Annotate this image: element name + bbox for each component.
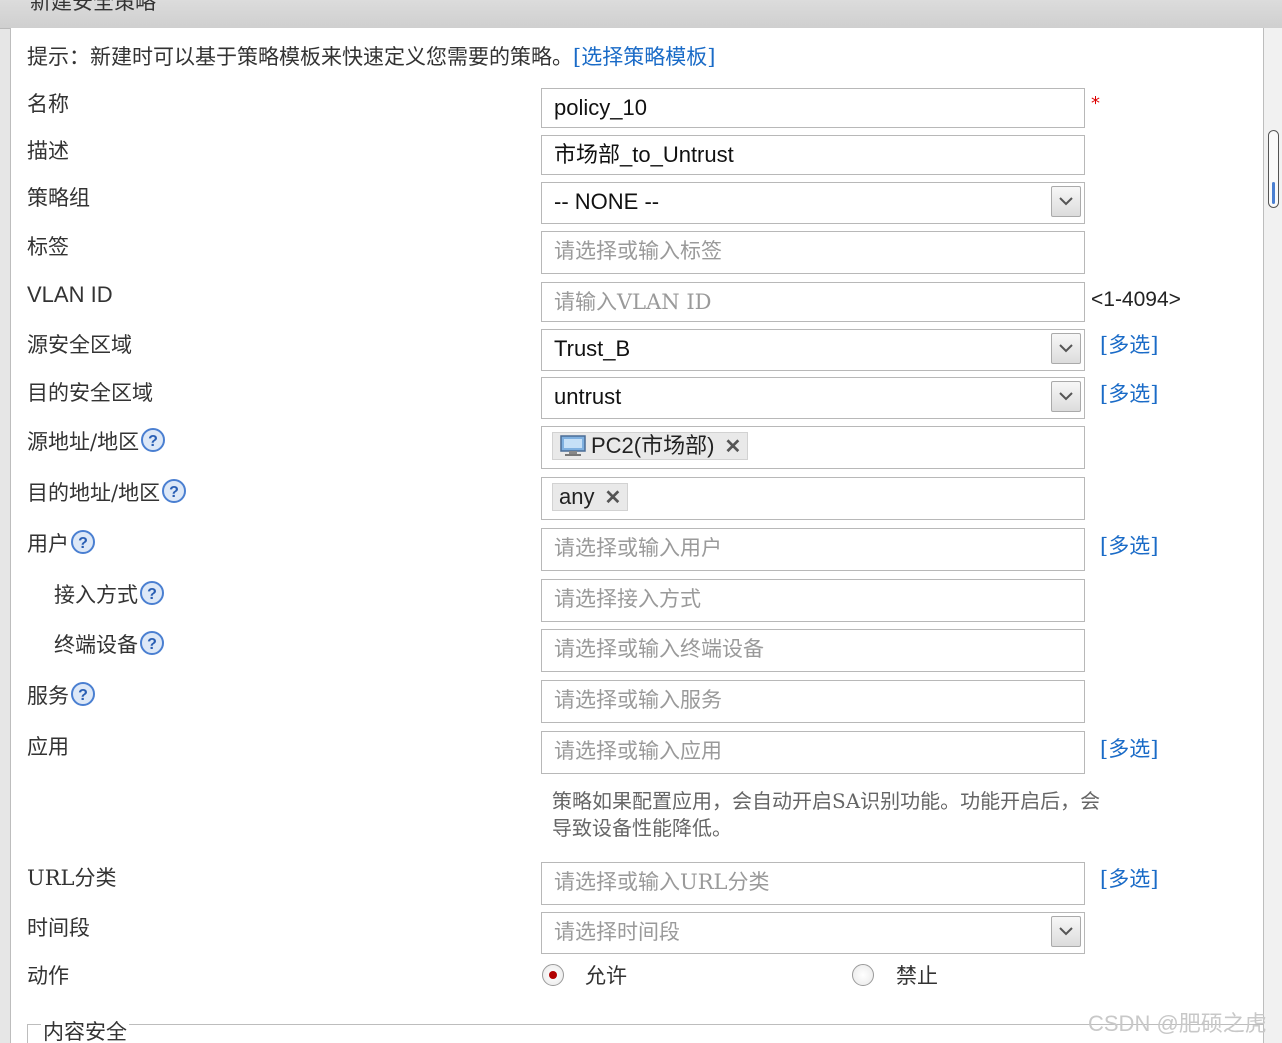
- watermark: CSDN @肥硕之虎: [1088, 1011, 1267, 1036]
- service-label-text: 服务: [27, 684, 69, 708]
- remove-tag-icon[interactable]: ✕: [604, 487, 621, 509]
- scrollbar-thumb[interactable]: [1268, 130, 1279, 208]
- time-range-label: 时间段: [27, 916, 90, 940]
- policy-group-select[interactable]: -- NONE --: [541, 182, 1085, 224]
- dest-address-input[interactable]: any ✕: [541, 477, 1085, 520]
- dest-zone-label: 目的安全区域: [27, 381, 153, 405]
- help-icon[interactable]: ?: [139, 630, 165, 656]
- vlan-id-input[interactable]: 请输入VLAN ID: [541, 282, 1085, 322]
- application-label: 应用: [27, 735, 69, 759]
- time-range-dropdown-button[interactable]: [1051, 916, 1081, 947]
- chevron-down-icon: [1059, 927, 1073, 936]
- help-icon[interactable]: ?: [70, 529, 96, 555]
- time-range-placeholder: 请选择时间段: [554, 920, 680, 944]
- select-template-link[interactable]: [选择策略模板]: [573, 45, 715, 69]
- user-label-text: 用户: [27, 532, 69, 556]
- terminal-device-input[interactable]: 请选择或输入终端设备: [541, 629, 1085, 672]
- content-security-border: [27, 1024, 1263, 1025]
- terminal-device-label: 终端设备?: [54, 629, 165, 659]
- policy-group-value: -- NONE --: [554, 189, 660, 214]
- action-label: 动作: [27, 964, 69, 988]
- svg-text:?: ?: [78, 687, 88, 704]
- svg-text:?: ?: [147, 636, 157, 653]
- action-permit-radio[interactable]: [542, 964, 564, 986]
- source-address-label-text: 源地址/地区: [27, 430, 140, 454]
- time-range-select[interactable]: 请选择时间段: [541, 912, 1085, 954]
- vlan-id-range: <1-4094>: [1091, 288, 1181, 311]
- source-address-tag: PC2(市场部) ✕: [552, 432, 749, 460]
- action-deny-radio[interactable]: [852, 964, 874, 986]
- dest-zone-select[interactable]: untrust: [541, 377, 1085, 419]
- dialog-title-bar: 新建安全策略: [0, 0, 1282, 29]
- source-zone-select[interactable]: Trust_B: [541, 329, 1085, 371]
- dest-address-label-text: 目的地址/地区: [27, 481, 161, 505]
- required-marker: *: [1091, 93, 1100, 114]
- help-icon[interactable]: ?: [140, 427, 166, 453]
- policy-group-dropdown-button[interactable]: [1051, 186, 1081, 217]
- source-zone-multi-select-link[interactable]: [多选]: [1100, 329, 1158, 359]
- dest-zone-value: untrust: [554, 384, 622, 409]
- computer-icon: [560, 435, 586, 456]
- policy-form-panel: 提示：新建时可以基于策略模板来快速定义您需要的策略。[选择策略模板] 名称 po…: [10, 28, 1264, 1043]
- description-input[interactable]: 市场部_to_Untrust: [541, 135, 1085, 175]
- content-security-legend[interactable]: 内容安全: [41, 1016, 129, 1043]
- policy-group-label: 策略组: [27, 186, 90, 210]
- url-category-input[interactable]: 请选择或输入URL分类: [541, 862, 1085, 905]
- url-category-multi-select-link[interactable]: [多选]: [1100, 863, 1158, 893]
- source-address-input[interactable]: PC2(市场部) ✕: [541, 426, 1085, 469]
- content-security-border-left: [27, 1024, 28, 1043]
- application-multi-select-link[interactable]: [多选]: [1100, 733, 1158, 763]
- name-label: 名称: [27, 92, 69, 116]
- description-value: 市场部_to_Untrust: [554, 142, 734, 167]
- user-label: 用户?: [27, 528, 96, 558]
- application-input[interactable]: 请选择或输入应用: [541, 731, 1085, 774]
- access-mode-label: 接入方式?: [54, 579, 165, 609]
- dest-zone-dropdown-button[interactable]: [1051, 381, 1081, 412]
- svg-text:?: ?: [148, 433, 158, 450]
- dest-address-tag-label: any: [559, 484, 595, 509]
- chevron-down-icon: [1059, 392, 1073, 401]
- help-icon[interactable]: ?: [70, 681, 96, 707]
- svg-text:?: ?: [169, 484, 179, 501]
- svg-text:?: ?: [78, 535, 88, 552]
- user-multi-select-link[interactable]: [多选]: [1100, 530, 1158, 560]
- vertical-scrollbar[interactable]: [1264, 28, 1282, 1043]
- source-address-tag-label: PC2(市场部): [591, 433, 715, 458]
- source-zone-label: 源安全区域: [27, 333, 132, 357]
- name-input[interactable]: policy_10: [541, 88, 1085, 128]
- action-deny-label[interactable]: 禁止: [896, 960, 938, 990]
- help-icon[interactable]: ?: [139, 580, 165, 606]
- action-permit-label[interactable]: 允许: [585, 960, 627, 990]
- service-label: 服务?: [27, 680, 96, 710]
- help-icon[interactable]: ?: [161, 478, 187, 504]
- url-category-label: URL分类: [27, 866, 117, 890]
- remove-tag-icon[interactable]: ✕: [724, 436, 741, 458]
- dest-address-tag: any ✕: [552, 483, 629, 511]
- source-zone-dropdown-button[interactable]: [1051, 333, 1081, 364]
- tag-input[interactable]: 请选择或输入标签: [541, 231, 1085, 274]
- dialog-title: 新建安全策略: [30, 0, 156, 14]
- hint-text: 提示：新建时可以基于策略模板来快速定义您需要的策略。: [27, 45, 573, 69]
- svg-text:?: ?: [147, 586, 157, 603]
- vlan-id-label: VLAN ID: [27, 282, 113, 307]
- source-zone-value: Trust_B: [554, 336, 631, 361]
- terminal-device-label-text: 终端设备: [54, 633, 138, 657]
- description-label: 描述: [27, 139, 69, 163]
- dest-zone-multi-select-link[interactable]: [多选]: [1100, 378, 1158, 408]
- chevron-down-icon: [1059, 197, 1073, 206]
- dest-address-label: 目的地址/地区?: [27, 477, 187, 507]
- tag-label: 标签: [27, 235, 69, 259]
- access-mode-label-text: 接入方式: [54, 583, 138, 607]
- service-input[interactable]: 请选择或输入服务: [541, 680, 1085, 723]
- access-mode-input[interactable]: 请选择接入方式: [541, 579, 1085, 622]
- application-performance-note: 策略如果配置应用，会自动开启SA识别功能。功能开启后，会导致设备性能降低。: [552, 789, 1101, 840]
- chevron-down-icon: [1059, 344, 1073, 353]
- template-hint: 提示：新建时可以基于策略模板来快速定义您需要的策略。[选择策略模板]: [27, 41, 715, 71]
- source-address-label: 源地址/地区?: [27, 426, 166, 456]
- user-input[interactable]: 请选择或输入用户: [541, 528, 1085, 571]
